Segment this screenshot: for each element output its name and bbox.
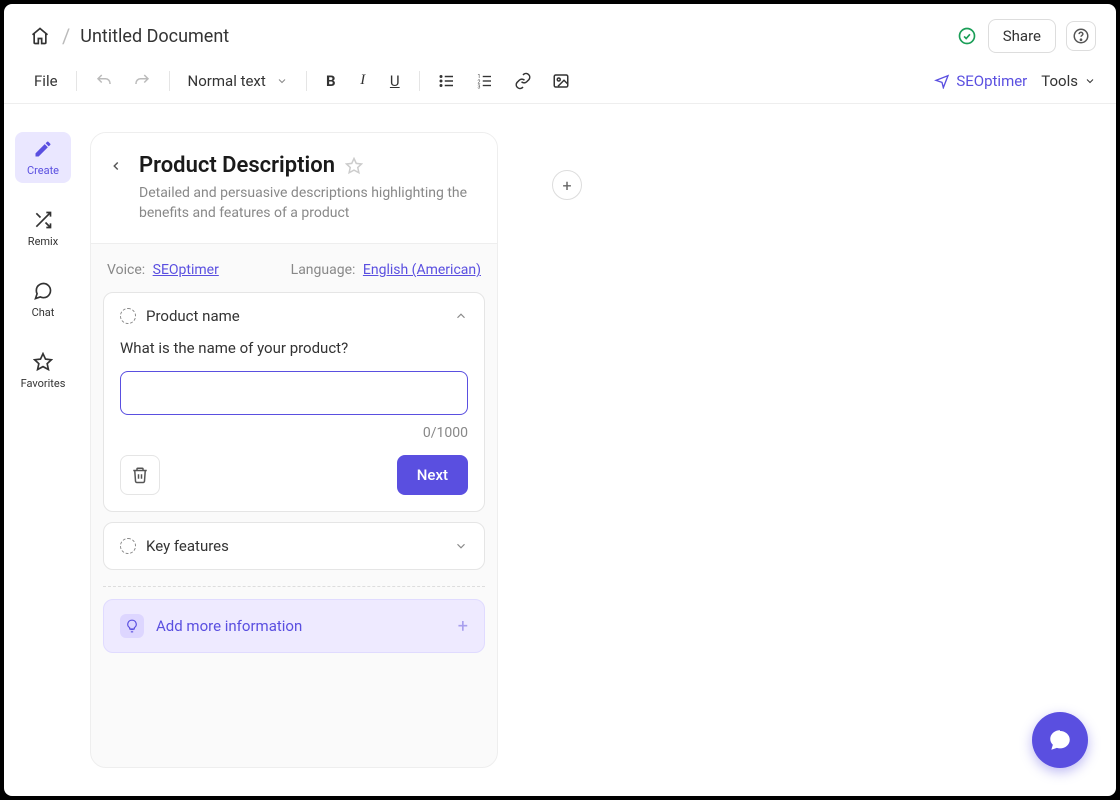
next-button[interactable]: Next	[397, 455, 468, 495]
nav-label: Chat	[32, 306, 55, 319]
plus-icon: +	[458, 616, 468, 637]
seoptimer-link[interactable]: SEOptimer	[934, 72, 1027, 90]
italic-button[interactable]: I	[349, 66, 377, 96]
chevron-down-icon	[454, 539, 468, 553]
underline-button[interactable]: U	[381, 66, 409, 96]
delete-button[interactable]	[120, 455, 160, 495]
nav-label: Favorites	[21, 377, 66, 390]
nav-remix[interactable]: Remix	[15, 203, 71, 254]
question-label: What is the name of your product?	[120, 339, 468, 357]
separator	[169, 71, 170, 91]
voice-label: Voice:	[107, 262, 145, 278]
home-icon[interactable]	[26, 22, 54, 50]
redo-button[interactable]	[125, 66, 159, 96]
char-counter: 0/1000	[120, 425, 468, 441]
key-features-section: Key features	[103, 522, 485, 570]
add-more-label: Add more information	[156, 617, 446, 635]
chat-icon	[32, 280, 54, 302]
language-label: Language:	[291, 262, 356, 278]
panel-title: Product Description	[139, 153, 335, 178]
status-ok-icon	[956, 25, 978, 47]
separator	[76, 71, 77, 91]
create-panel: Product Description Detailed and persuas…	[90, 132, 498, 768]
nav-favorites[interactable]: Favorites	[15, 345, 71, 396]
shuffle-icon	[32, 209, 54, 231]
section-header[interactable]: Key features	[104, 523, 484, 569]
undo-button[interactable]	[87, 66, 121, 96]
chevron-up-icon	[454, 309, 468, 323]
separator	[306, 71, 307, 91]
nav-chat[interactable]: Chat	[15, 274, 71, 325]
section-title: Product name	[146, 307, 444, 325]
divider	[103, 586, 485, 587]
star-icon	[32, 351, 54, 373]
svg-text:3: 3	[477, 84, 480, 90]
back-button[interactable]	[109, 159, 129, 179]
pencil-icon	[32, 138, 54, 160]
numbered-list-button[interactable]: 123	[468, 66, 502, 96]
share-button[interactable]: Share	[988, 19, 1056, 53]
nav-label: Remix	[28, 235, 58, 248]
image-button[interactable]	[544, 66, 578, 96]
language-select[interactable]: English (American)	[363, 262, 481, 278]
nav-create[interactable]: Create	[15, 132, 71, 183]
panel-subtitle: Detailed and persuasive descriptions hig…	[139, 184, 473, 223]
chat-fab-button[interactable]	[1032, 712, 1088, 768]
document-title[interactable]: Untitled Document	[80, 26, 229, 47]
separator	[419, 71, 420, 91]
bold-button[interactable]: B	[317, 66, 345, 96]
bullet-list-button[interactable]	[430, 66, 464, 96]
lightbulb-icon	[120, 614, 144, 638]
breadcrumb-separator: /	[62, 24, 70, 48]
add-more-info-button[interactable]: Add more information +	[103, 599, 485, 653]
section-title: Key features	[146, 537, 444, 555]
tools-menu[interactable]: Tools	[1041, 72, 1096, 90]
progress-circle-icon	[120, 538, 136, 554]
section-header[interactable]: Product name	[104, 293, 484, 339]
product-name-input[interactable]	[120, 371, 468, 415]
file-menu[interactable]: File	[26, 66, 66, 96]
product-name-section: Product name What is the name of your pr…	[103, 292, 485, 512]
add-block-button[interactable]: +	[552, 170, 582, 200]
voice-select[interactable]: SEOptimer	[153, 262, 219, 278]
progress-circle-icon	[120, 308, 136, 324]
text-style-select[interactable]: Normal text	[180, 68, 296, 94]
favorite-toggle-icon[interactable]	[345, 157, 363, 175]
nav-label: Create	[27, 164, 59, 177]
help-icon[interactable]	[1066, 21, 1096, 51]
link-button[interactable]	[506, 66, 540, 96]
